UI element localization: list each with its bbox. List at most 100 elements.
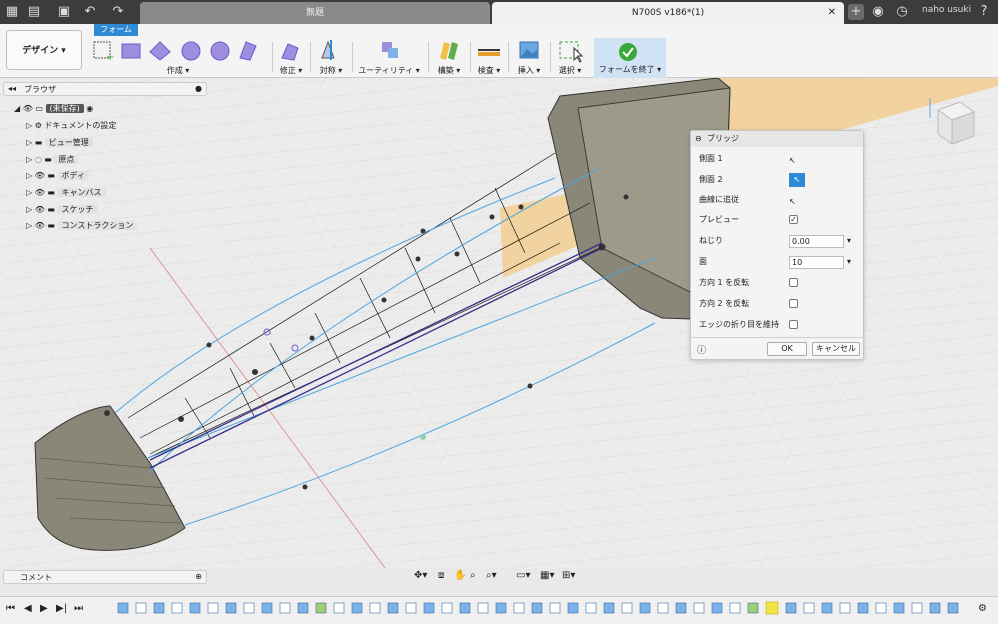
redo-icon[interactable]: ↷ (110, 4, 126, 20)
faces-input[interactable]: 10 (789, 256, 844, 269)
orbit-icon[interactable]: ✥▾ (414, 570, 427, 581)
side2-label: 側面 2 (699, 175, 723, 184)
app-grid-icon[interactable]: ▦ (4, 4, 20, 20)
pan-icon[interactable]: ✋ (454, 570, 466, 581)
divider (691, 337, 863, 338)
flip2-label: 方向 2 を反転 (699, 299, 750, 308)
clock-icon[interactable]: ◷ (894, 4, 910, 20)
user-name[interactable]: naho usuki (922, 5, 971, 15)
symmetry-icon (321, 40, 335, 60)
utility-group[interactable]: ユーティリティ ▾ (356, 38, 422, 76)
browser-item-bodies[interactable]: ▷ 👁 ▬ ボディ (26, 169, 89, 183)
flip2-checkbox[interactable] (789, 299, 798, 308)
workspace-switcher[interactable]: デザイン ▾ (6, 30, 82, 70)
go-to-end-icon[interactable]: ⏭ (74, 603, 83, 614)
twist-label: ねじり (699, 236, 723, 245)
modify-label: 修正 ▾ (279, 66, 303, 75)
follow-curve-select-icon[interactable]: ↖ (789, 193, 796, 211)
help-icon[interactable]: ? (976, 4, 992, 20)
zoom-icon[interactable]: ⌕ (470, 570, 476, 581)
browser-panel[interactable]: ◂◂ ブラウザ ● (3, 82, 207, 96)
midpoint-marker[interactable] (420, 434, 426, 440)
select-group[interactable]: 選択 ▾ (554, 38, 586, 76)
tab-active-document[interactable]: N700S v186*(1) ✕ (492, 2, 844, 24)
symmetry-group[interactable]: 対称 ▾ (314, 38, 348, 76)
modify-group[interactable]: 修正 ▾ (276, 38, 306, 76)
tab-untitled[interactable]: 無題 (140, 2, 490, 24)
info-icon[interactable]: ⓘ (697, 343, 706, 356)
select-icon (559, 41, 584, 63)
close-tab-icon[interactable]: ✕ (828, 2, 836, 24)
undo-icon[interactable]: ↶ (82, 4, 98, 20)
file-icon[interactable]: ▤ (26, 4, 42, 20)
flip1-checkbox[interactable] (789, 278, 798, 287)
utility-icon (382, 42, 398, 58)
faces-row: 面 10 ▾ (699, 253, 859, 271)
faces-label: 面 (699, 257, 707, 266)
construct-group[interactable]: 構築 ▾ (432, 38, 466, 76)
comment-toggle-icon[interactable]: ⊕ (195, 572, 202, 581)
comment-label: コメント (20, 573, 52, 582)
insert-label: 挿入 ▾ (517, 66, 541, 75)
create-group[interactable]: + 作成 ▾ (90, 38, 266, 76)
title-bar: ▦ ▤ ▣ ↶ ↷ 無題 N700S v186*(1) ✕ + ◉ ◷ naho… (0, 0, 998, 24)
twist-dropdown-icon[interactable]: ▾ (847, 232, 851, 250)
viewports-icon[interactable]: ⊞▾ (562, 570, 575, 581)
side2-select-icon[interactable]: ↖ (789, 173, 805, 187)
timeline-settings-icon[interactable]: ⚙ (978, 603, 987, 614)
divider (352, 42, 353, 72)
side1-select-icon[interactable]: ↖ (789, 152, 796, 170)
browser-item-construction[interactable]: ▷ 👁 ▬ コンストラクション (26, 219, 138, 233)
dialog-title: ブリッジ (707, 134, 739, 143)
utility-label: ユーティリティ ▾ (358, 66, 420, 75)
grid-settings-icon[interactable]: ▦▾ (540, 570, 554, 581)
step-back-icon[interactable]: ◀ (24, 603, 32, 614)
construct-icon (440, 42, 458, 60)
browser-item-canvases[interactable]: ▷ 👁 ▬ キャンバス (26, 186, 106, 200)
browser-item-sketches[interactable]: ▷ 👁 ▬ スケッチ (26, 203, 98, 217)
new-tab-icon[interactable]: + (848, 4, 864, 20)
insert-image-icon (519, 41, 539, 59)
dialog-collapse-icon[interactable]: ⊖ (695, 131, 702, 147)
navigation-bar: ✥▾ ⧈ ✋ ⌕ ⌕▾ ▭▾ ▦▾ ⊞▾ (410, 570, 590, 586)
insert-group[interactable]: 挿入 ▾ (512, 38, 546, 76)
browser-item-view[interactable]: ▷ ▬ ビュー管理 (26, 136, 93, 150)
workspace-label: デザイン (22, 46, 59, 56)
browser-item-document-settings[interactable]: ▷ ⚙ ドキュメントの設定 (26, 119, 116, 133)
inspect-group[interactable]: 検査 ▾ (474, 38, 504, 76)
faces-dropdown-icon[interactable]: ▾ (847, 253, 851, 271)
keep-crease-checkbox[interactable] (789, 320, 798, 329)
display-settings-icon[interactable]: ▭▾ (516, 570, 530, 581)
keep-crease-row: エッジの折り目を維持 (699, 316, 859, 334)
preview-checkbox[interactable]: ✓ (789, 215, 798, 224)
fit-icon[interactable]: ⌕▾ (486, 570, 497, 581)
twist-input[interactable]: 0.00 (789, 235, 844, 248)
side1-label: 側面 1 (699, 154, 723, 163)
svg-text:+: + (106, 52, 114, 63)
job-status-icon[interactable]: ◉ (870, 4, 886, 20)
comment-panel[interactable]: コメント ⊕ (3, 570, 207, 584)
side2-row: 側面 2 ↖ (699, 171, 859, 189)
flip2-row: 方向 2 を反転 (699, 295, 859, 313)
cancel-button[interactable]: キャンセル (812, 342, 860, 356)
save-icon[interactable]: ▣ (56, 4, 72, 20)
browser-item-origin[interactable]: ▷ ◌ ▬ 原点 (26, 153, 79, 167)
ok-button[interactable]: OK (767, 342, 807, 356)
construct-label: 構築 ▾ (437, 66, 461, 75)
look-at-icon[interactable]: ⧈ (438, 570, 444, 581)
select-label: 選択 ▾ (558, 66, 582, 75)
timeline-features[interactable] (100, 601, 970, 621)
tab-form[interactable]: フォーム (94, 24, 138, 36)
browser-root[interactable]: ◢ 👁 ▭ (未保存) ◉ (14, 102, 93, 116)
bridge-dialog[interactable]: ⊖ ブリッジ 側面 1 ↖ 側面 2 ↖ 曲線に追従 ↖ プレビュー ✓ ねじり… (690, 130, 864, 360)
inspect-label: 検査 ▾ (477, 66, 501, 75)
browser-toggle-icon[interactable]: ● (195, 84, 202, 93)
play-icon[interactable]: ▶ (40, 603, 48, 614)
divider (428, 42, 429, 72)
go-to-start-icon[interactable]: ⏮ (6, 603, 15, 614)
step-forward-icon[interactable]: ▶| (56, 603, 67, 614)
dialog-header[interactable]: ⊖ ブリッジ (691, 131, 863, 147)
collapse-icon[interactable]: ◂◂ (8, 84, 16, 93)
create-tools-icon[interactable]: + (90, 38, 266, 64)
finish-form-button[interactable]: フォームを終了 ▾ (594, 38, 666, 78)
